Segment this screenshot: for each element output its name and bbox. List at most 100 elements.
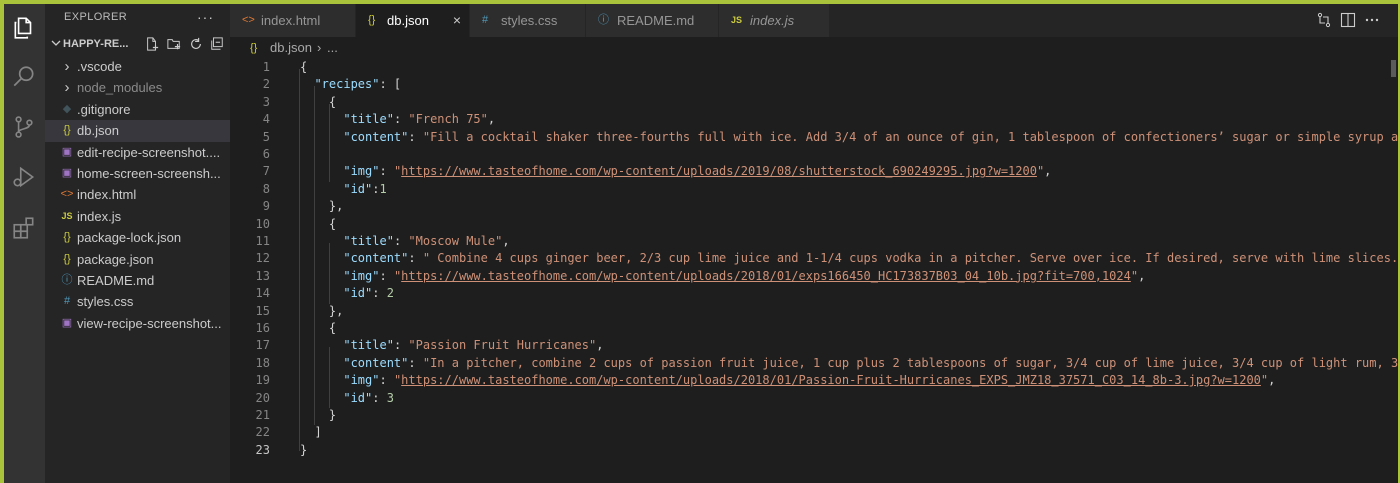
line-number: 2 — [262, 77, 270, 92]
punctuation: ] — [300, 425, 322, 440]
punctuation: : — [372, 286, 387, 301]
punctuation: : — [372, 181, 380, 196]
punctuation: , — [1268, 373, 1276, 388]
run-debug-icon[interactable] — [8, 161, 40, 193]
split-editor-icon[interactable] — [1340, 12, 1356, 28]
code-editor[interactable]: 1{2 "recipes": [3 {4 "title": "French 75… — [230, 59, 1398, 483]
tree-item[interactable]: ◆ .gitignore — [45, 99, 230, 120]
url-link[interactable]: https://www.tasteofhome.com/wp-content/u… — [401, 164, 1037, 178]
tree-item[interactable]: JS index.js — [45, 206, 230, 227]
url-link[interactable]: https://www.tasteofhome.com/wp-content/u… — [401, 373, 1261, 387]
chevron-right-icon: › — [64, 58, 70, 75]
punctuation: { — [300, 60, 308, 74]
refresh-icon[interactable] — [189, 37, 203, 51]
punctuation — [300, 130, 343, 144]
editor-tab-bar: <> index.html {} db.json × # styles.css ⓘ README… — [230, 4, 1398, 37]
search-icon[interactable] — [8, 61, 40, 93]
tree-item[interactable]: › node_modules — [45, 77, 230, 98]
json-key: "recipes" — [314, 77, 380, 92]
json-number: 1 — [379, 181, 387, 196]
json-number: 2 — [386, 286, 394, 301]
extensions-icon[interactable] — [8, 212, 40, 244]
tree-item[interactable]: {} db.json — [45, 120, 230, 142]
punctuation — [300, 391, 343, 405]
code-line: 22 ] — [230, 424, 1398, 441]
tree-item[interactable]: ▣ edit-recipe-screenshot.... — [45, 142, 230, 163]
chevron-right-icon: › — [64, 79, 70, 97]
punctuation: : — [379, 373, 394, 388]
collapse-all-icon[interactable] — [210, 37, 224, 51]
punctuation: : — [393, 112, 409, 127]
md-file-icon: ⓘ — [598, 14, 609, 26]
line-number: 6 — [262, 147, 270, 161]
code-line: 2 "recipes": [ — [230, 76, 1398, 93]
tree-item[interactable]: # styles.css — [45, 291, 230, 312]
code-line: 17 "title": "Passion Fruit Hurricanes", — [230, 337, 1398, 354]
punctuation: : — [379, 268, 394, 283]
punctuation — [300, 182, 343, 196]
json-file-icon: {} — [63, 252, 71, 265]
punctuation — [300, 286, 343, 300]
punctuation — [300, 338, 343, 352]
line-number: 15 — [255, 303, 270, 318]
code-text: "title": "Moscow Mule", — [300, 233, 510, 250]
vertical-scrollbar[interactable] — [1384, 59, 1398, 483]
tab-db-json[interactable]: {} db.json × — [356, 4, 470, 37]
json-key: "id" — [343, 286, 373, 301]
tree-item[interactable]: ▣ home-screen-screensh... — [45, 163, 230, 184]
tab-label: styles.css — [501, 13, 558, 28]
json-key: "content" — [343, 129, 409, 144]
json-string: " — [1130, 268, 1139, 283]
json-key: "img" — [343, 373, 380, 388]
more-actions-icon[interactable]: ··· — [197, 4, 214, 31]
gitignore-file-icon: ◆ — [62, 102, 72, 115]
json-key: "title" — [343, 234, 394, 248]
json-key: "content" — [343, 251, 409, 266]
breadcrumb-file[interactable]: db.json — [270, 37, 312, 59]
open-changes-icon[interactable] — [1316, 12, 1332, 28]
json-string: "Passion Fruit Hurricanes" — [408, 338, 597, 353]
tree-item-label: .vscode — [77, 59, 122, 74]
new-folder-icon[interactable] — [167, 37, 181, 51]
punctuation — [300, 269, 343, 283]
code-text: "title": "Passion Fruit Hurricanes", — [300, 337, 603, 354]
tree-item[interactable]: <> index.html — [45, 184, 230, 205]
tree-item[interactable]: {} package.json — [45, 249, 230, 270]
punctuation — [300, 356, 343, 370]
code-line: 21 } — [230, 407, 1398, 424]
source-control-icon[interactable] — [8, 111, 40, 143]
punctuation — [300, 251, 343, 265]
json-string: "Fill a cocktail shaker three-fourths fu… — [422, 129, 1398, 144]
code-line: 7 "img": "https://www.tasteofhome.com/wp… — [230, 163, 1398, 180]
tree-item[interactable]: ▣ view-recipe-screenshot... — [45, 313, 230, 334]
explorer-sidebar: EXPLORER ··· HAPPY-RE... › .vscode › nod… — [45, 4, 230, 483]
tab-index-js[interactable]: JS index.js — [719, 4, 830, 37]
tree-item-label: .gitignore — [77, 101, 131, 117]
project-folder-row[interactable]: HAPPY-RE... — [45, 33, 230, 55]
indent-guide — [314, 86, 315, 425]
more-actions-icon[interactable] — [1364, 12, 1380, 28]
code-text: } — [300, 442, 307, 459]
activity-bar — [4, 4, 45, 483]
url-link[interactable]: https://www.tasteofhome.com/wp-content/u… — [401, 269, 1131, 283]
explorer-icon[interactable] — [8, 12, 40, 44]
new-file-icon[interactable] — [145, 37, 159, 51]
close-icon[interactable]: × — [453, 4, 461, 37]
tab-index-html[interactable]: <> index.html — [230, 4, 356, 37]
indent-guide — [329, 243, 330, 304]
tab-styles-css[interactable]: # styles.css — [470, 4, 586, 37]
tree-item[interactable]: {} package-lock.json — [45, 227, 230, 248]
punctuation: , — [502, 234, 510, 248]
punctuation: }, — [300, 303, 344, 318]
code-line: 16 { — [230, 320, 1398, 337]
punctuation: , — [596, 338, 604, 353]
tree-item[interactable]: ⓘ README.md — [45, 270, 230, 291]
scrollbar-thumb[interactable] — [1391, 60, 1396, 77]
image-file-icon: ▣ — [61, 166, 73, 179]
tree-item[interactable]: › .vscode — [45, 56, 230, 77]
breadcrumb-symbol[interactable]: ... — [327, 37, 338, 59]
css-file-icon: # — [63, 295, 71, 308]
explorer-title: EXPLORER — [64, 11, 128, 23]
tree-item-label: edit-recipe-screenshot.... — [77, 144, 221, 160]
tab-readme-md[interactable]: ⓘ README.md — [586, 4, 719, 37]
